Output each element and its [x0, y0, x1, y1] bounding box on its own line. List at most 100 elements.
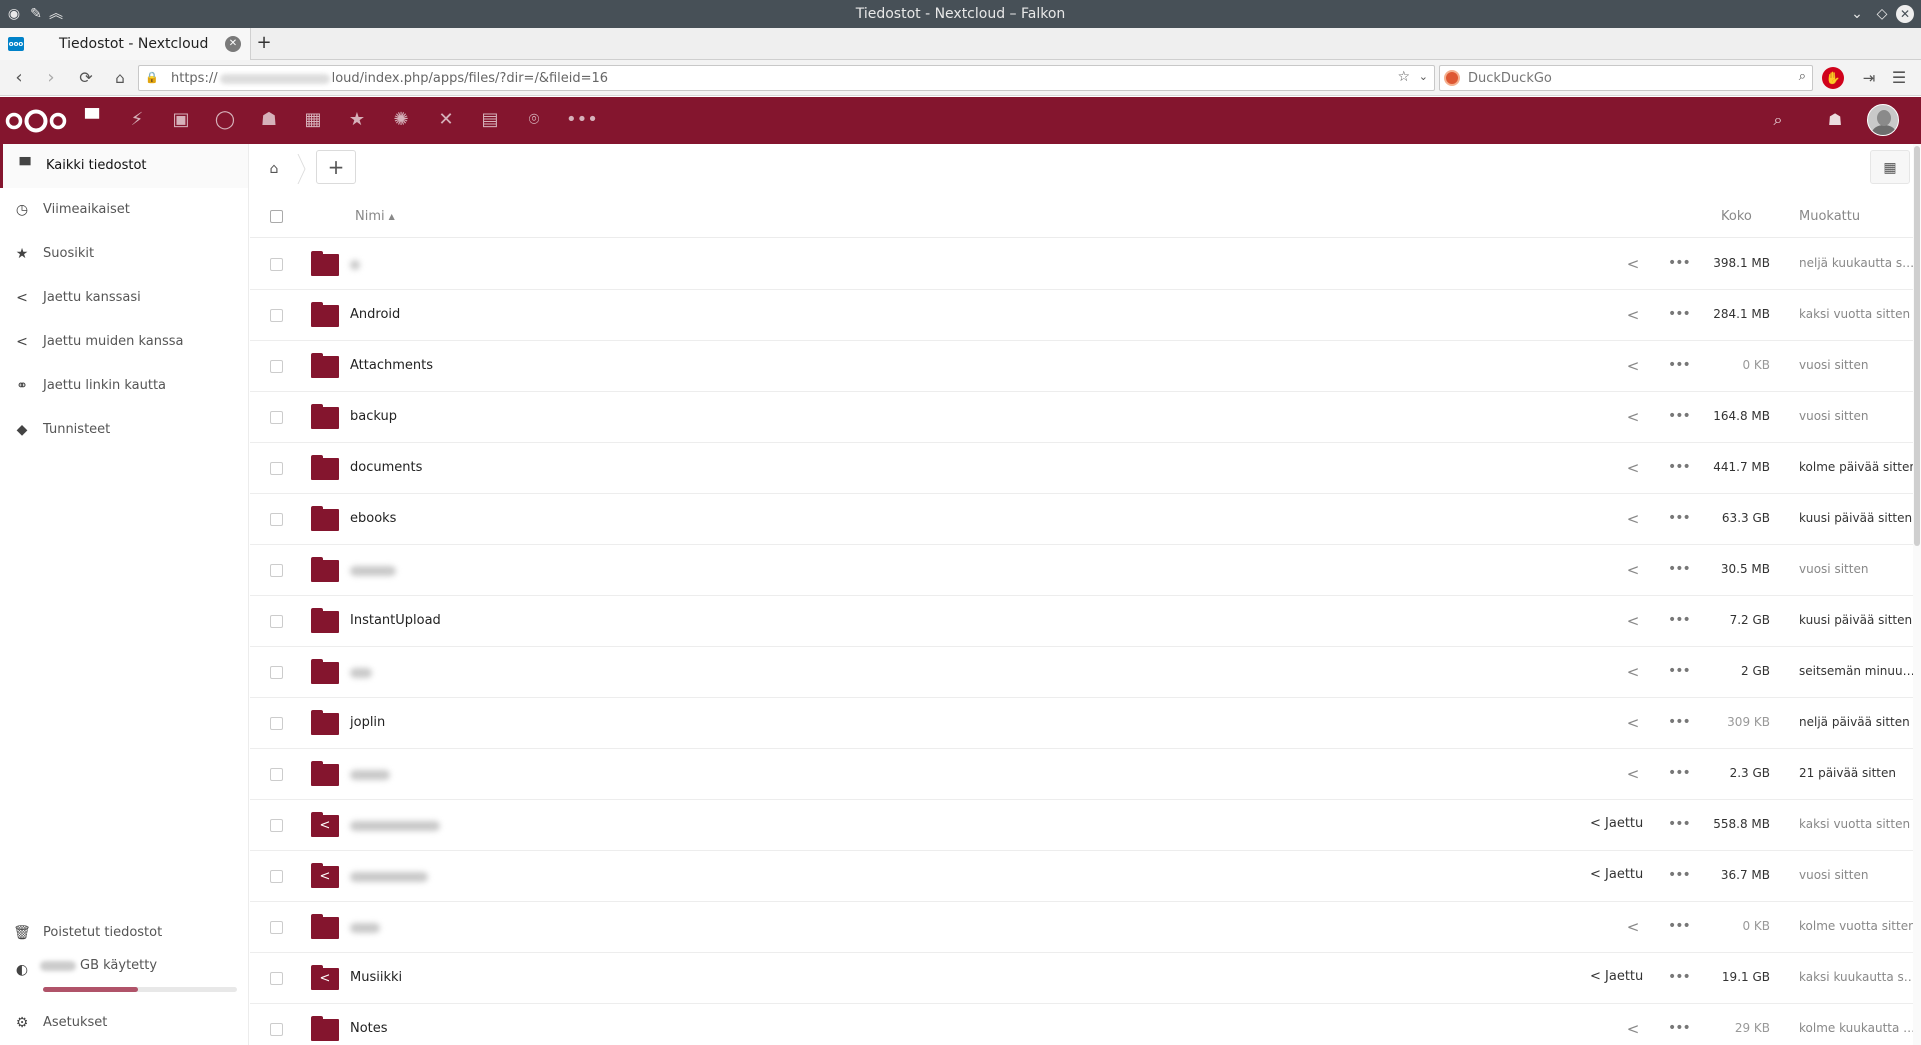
- column-modified-header[interactable]: Muokattu: [1799, 209, 1860, 224]
- row-checkbox[interactable]: [270, 564, 283, 577]
- file-name-redacted[interactable]: [350, 260, 360, 270]
- file-name[interactable]: ebooks: [350, 511, 396, 526]
- scrollbar-thumb[interactable]: [1914, 146, 1920, 546]
- file-name[interactable]: joplin: [350, 715, 385, 730]
- table-row[interactable]: < ••• 398.1 MB neljä kuukautta sitten: [250, 239, 1921, 290]
- table-row[interactable]: <•••2 GBseitsemän minuuttia sitten: [250, 647, 1921, 698]
- breadcrumb-home-icon[interactable]: ⌂: [264, 159, 284, 179]
- table-row[interactable]: joplin < ••• 309 KB neljä päivää sitten: [250, 698, 1921, 749]
- weather-icon[interactable]: ✺: [389, 108, 413, 132]
- file-name-redacted[interactable]: [350, 668, 372, 678]
- adblock-icon[interactable]: ✋: [1822, 67, 1844, 89]
- browser-tab[interactable]: ooo Tiedostot - Nextcloud ✕: [0, 28, 251, 60]
- table-row[interactable]: < ••• 30.5 MB vuosi sitten: [250, 545, 1921, 596]
- file-name-redacted[interactable]: [350, 770, 390, 780]
- news-icon[interactable]: ▤: [478, 108, 502, 132]
- unified-search-icon[interactable]: ⌕: [1766, 108, 1790, 132]
- gallery-icon[interactable]: ▣: [169, 108, 193, 132]
- search-input[interactable]: [1468, 69, 1768, 87]
- table-row[interactable]: Notes<•••29 KBkolme kuukautta sitten: [250, 1004, 1921, 1045]
- table-row[interactable]: Android < ••• 284.1 MB kaksi vuotta sitten: [250, 290, 1921, 341]
- sidebar-toggle-icon[interactable]: ⇥: [1857, 66, 1881, 90]
- maps-icon[interactable]: ⌾: [522, 108, 546, 132]
- content-scrollbar[interactable]: [1913, 144, 1921, 1045]
- row-checkbox[interactable]: [270, 717, 283, 730]
- search-bar[interactable]: ⌕: [1439, 65, 1813, 91]
- new-file-button[interactable]: +: [316, 150, 356, 184]
- file-name[interactable]: Android: [350, 307, 400, 322]
- deck-icon[interactable]: ✕: [434, 108, 458, 132]
- tab-close-icon[interactable]: ✕: [225, 36, 241, 52]
- url-dropdown-icon[interactable]: ⌄: [1419, 70, 1428, 83]
- contacts-menu-icon[interactable]: ☗: [1823, 108, 1847, 132]
- back-icon[interactable]: ‹: [7, 66, 31, 90]
- maximize-icon[interactable]: ◇: [1871, 3, 1893, 25]
- file-name-redacted[interactable]: [350, 923, 380, 933]
- table-row[interactable]: < < Jaettu ••• 558.8 MB kaksi vuotta sitten: [250, 800, 1921, 851]
- grid-view-toggle-icon[interactable]: ▦: [1870, 150, 1910, 184]
- files-icon[interactable]: ▀: [80, 108, 104, 132]
- table-row[interactable]: backup < ••• 164.8 MB vuosi sitten: [250, 392, 1921, 443]
- more-apps-icon[interactable]: •••: [566, 108, 598, 132]
- sidebar-item-shared-with-others[interactable]: < Jaettu muiden kanssa: [0, 320, 248, 364]
- sidebar-quota[interactable]: ◐ GB käytetty: [0, 948, 248, 992]
- row-checkbox[interactable]: [270, 513, 283, 526]
- row-checkbox[interactable]: [270, 258, 283, 271]
- contacts-icon[interactable]: ☗: [257, 108, 281, 132]
- forward-icon[interactable]: ›: [39, 66, 63, 90]
- table-row[interactable]: < Musiikki < Jaettu ••• 19.1 GB kaksi kuukaut…: [250, 953, 1921, 1004]
- calendar-icon[interactable]: ▦: [301, 108, 325, 132]
- select-all-checkbox[interactable]: [270, 210, 283, 223]
- user-avatar[interactable]: [1867, 104, 1899, 136]
- address-bar[interactable]: 🔒 https:// loud/index.php/apps/files/?dir…: [138, 65, 1435, 91]
- activity-icon[interactable]: ⚡: [125, 108, 149, 132]
- row-checkbox[interactable]: [270, 360, 283, 373]
- row-checkbox[interactable]: [270, 819, 283, 832]
- new-tab-button[interactable]: +: [253, 32, 275, 54]
- row-checkbox[interactable]: [270, 462, 283, 475]
- talk-icon[interactable]: ◯: [213, 108, 237, 132]
- browser-menu-icon[interactable]: ☰: [1887, 66, 1911, 90]
- row-checkbox[interactable]: [270, 870, 283, 883]
- row-checkbox[interactable]: [270, 1023, 283, 1036]
- row-checkbox[interactable]: [270, 411, 283, 424]
- sidebar-item-shared-by-link[interactable]: ⚭ Jaettu linkin kautta: [0, 364, 248, 408]
- sidebar-item-favorites[interactable]: ★ Suosikit: [0, 232, 248, 276]
- column-name-header[interactable]: Nimi ▲: [355, 209, 395, 224]
- file-name[interactable]: Attachments: [350, 358, 433, 373]
- row-checkbox[interactable]: [270, 615, 283, 628]
- file-name-redacted[interactable]: [350, 566, 396, 576]
- row-checkbox[interactable]: [270, 768, 283, 781]
- table-row[interactable]: < < Jaettu ••• 36.7 MB vuosi sitten: [250, 851, 1921, 902]
- table-row[interactable]: InstantUpload < ••• 7.2 GB kuusi päivää sitt…: [250, 596, 1921, 647]
- column-size-header[interactable]: Koko: [1721, 209, 1752, 224]
- row-checkbox[interactable]: [270, 309, 283, 322]
- table-row[interactable]: ebooks < ••• 63.3 GB kuusi päivää sitten: [250, 494, 1921, 545]
- row-checkbox[interactable]: [270, 972, 283, 985]
- home-icon[interactable]: ⌂: [108, 66, 132, 90]
- table-row[interactable]: Attachments < ••• 0 KB vuosi sitten: [250, 341, 1921, 392]
- minimize-icon[interactable]: ⌄: [1846, 3, 1868, 25]
- reload-icon[interactable]: ⟳: [74, 66, 98, 90]
- bookmarks-icon[interactable]: ★: [345, 108, 369, 132]
- file-name[interactable]: Notes: [350, 1021, 388, 1036]
- bookmark-star-icon[interactable]: ☆: [1397, 69, 1410, 85]
- sidebar-item-settings[interactable]: ⚙ Asetukset: [0, 1001, 248, 1045]
- file-name[interactable]: InstantUpload: [350, 613, 441, 628]
- file-name[interactable]: Musiikki: [350, 970, 402, 985]
- file-name-redacted[interactable]: [350, 872, 428, 882]
- sidebar-item-recent[interactable]: ◷ Viimeaikaiset: [0, 188, 248, 232]
- table-row[interactable]: < ••• 0 KB kolme vuotta sitten: [250, 902, 1921, 953]
- sidebar-item-all-files[interactable]: ▀ Kaikki tiedostot: [0, 144, 248, 188]
- sidebar-item-shared-with-you[interactable]: < Jaettu kanssasi: [0, 276, 248, 320]
- row-checkbox[interactable]: [270, 666, 283, 679]
- close-window-icon[interactable]: ✕: [1896, 5, 1914, 23]
- file-name[interactable]: documents: [350, 460, 422, 475]
- table-row[interactable]: < ••• 2.3 GB 21 päivää sitten: [250, 749, 1921, 800]
- table-row[interactable]: documents < ••• 441.7 MB kolme päivää sitten: [250, 443, 1921, 494]
- file-name[interactable]: backup: [350, 409, 397, 424]
- sidebar-item-tags[interactable]: ◆ Tunnisteet: [0, 408, 248, 452]
- search-icon[interactable]: ⌕: [1799, 69, 1806, 84]
- file-name-redacted[interactable]: [350, 821, 440, 831]
- nextcloud-logo-icon[interactable]: [4, 107, 68, 135]
